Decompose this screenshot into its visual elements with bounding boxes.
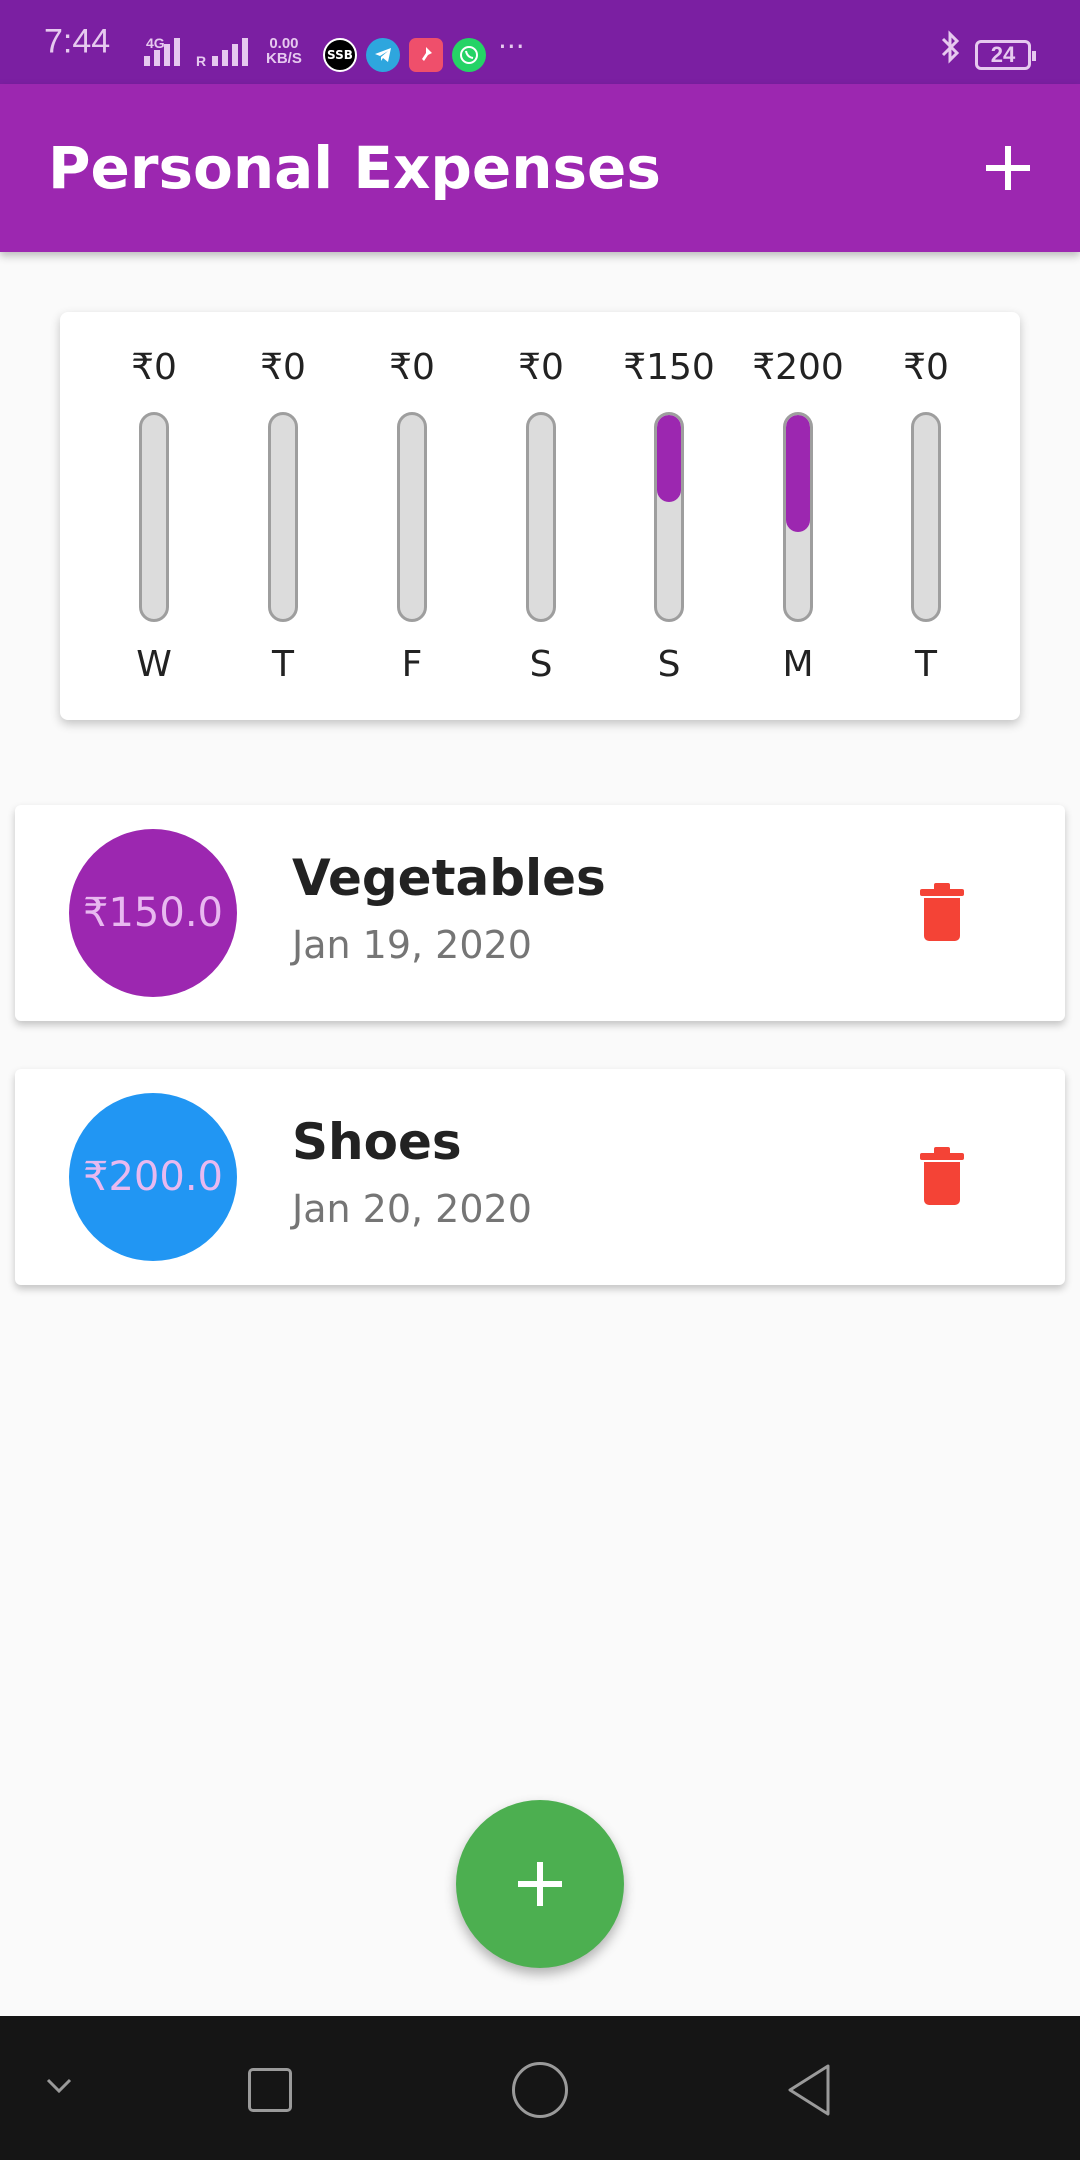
bar-track xyxy=(783,412,813,622)
chart-bar: ₹0 F xyxy=(357,312,467,720)
status-bar: 7:44 4G R 0.00 KB/S SSB ··· 24 xyxy=(0,0,1080,84)
bar-day-label: S xyxy=(657,644,681,685)
trash-body xyxy=(924,1162,960,1205)
page-title: Personal Expenses xyxy=(48,134,661,202)
add-expense-button[interactable] xyxy=(978,138,1038,198)
system-nav-bar xyxy=(0,2016,1080,2160)
transaction-title: Vegetables xyxy=(292,849,606,907)
chart-bar: ₹0 T xyxy=(228,312,338,720)
roaming-label: R xyxy=(196,53,207,69)
status-time: 7:44 xyxy=(44,22,111,61)
transaction-date: Jan 20, 2020 xyxy=(292,1187,532,1231)
bar-amount-label: ₹0 xyxy=(518,347,564,388)
trash-body xyxy=(924,898,960,941)
signal-bar xyxy=(154,50,160,66)
telegram-icon xyxy=(366,38,400,72)
chart-bar: ₹0 S xyxy=(486,312,596,720)
bar-amount-label: ₹0 xyxy=(389,347,435,388)
delete-button[interactable] xyxy=(920,883,964,943)
weekly-chart-card: ₹0 W ₹0 T ₹0 F ₹0 S ₹150 S ₹200 M ₹0 T xyxy=(60,312,1020,720)
signal-bar xyxy=(144,56,150,66)
chevron-down-icon[interactable] xyxy=(44,2070,74,2100)
transaction-title: Shoes xyxy=(292,1113,462,1171)
bar-amount-label: ₹0 xyxy=(131,347,177,388)
signal-bar xyxy=(232,44,238,66)
app-bar: Personal Expenses xyxy=(0,84,1080,252)
bar-day-label: S xyxy=(529,644,553,685)
bar-amount-label: ₹0 xyxy=(903,347,949,388)
bar-fill xyxy=(786,415,810,532)
telegram-plane-glyph xyxy=(375,48,391,62)
bar-amount-label: ₹150 xyxy=(623,347,715,388)
chart-bar: ₹0 T xyxy=(871,312,981,720)
signal-bar xyxy=(174,38,180,66)
bar-track xyxy=(268,412,298,622)
chart-bar: ₹200 M xyxy=(743,312,853,720)
bar-track xyxy=(139,412,169,622)
bar-track xyxy=(654,412,684,622)
battery-indicator: 24 xyxy=(975,40,1036,70)
amount-avatar: ₹200.0 xyxy=(69,1093,237,1261)
bar-day-label: F xyxy=(401,644,423,685)
bar-track xyxy=(397,412,427,622)
chart-bar: ₹0 W xyxy=(99,312,209,720)
network-type-label: 4G xyxy=(146,35,165,51)
bar-track xyxy=(526,412,556,622)
signal-bar xyxy=(164,44,170,66)
signal-bar xyxy=(222,50,228,66)
bar-day-label: W xyxy=(136,644,172,685)
transaction-date: Jan 19, 2020 xyxy=(292,923,532,967)
trash-lid xyxy=(920,1153,964,1160)
network-speed: 0.00 KB/S xyxy=(266,36,302,66)
transaction-card: ₹150.0 Vegetables Jan 19, 2020 xyxy=(15,805,1065,1021)
amount-avatar: ₹150.0 xyxy=(69,829,237,997)
whatsapp-icon xyxy=(452,38,486,72)
bar-day-label: T xyxy=(915,644,937,685)
bar-amount-label: ₹0 xyxy=(260,347,306,388)
speed-value: 0.00 xyxy=(269,35,299,52)
bar-day-label: M xyxy=(782,644,814,685)
home-button[interactable] xyxy=(512,2062,568,2118)
app-icon xyxy=(409,38,443,72)
bar-fill xyxy=(657,415,681,502)
ssb-app-icon: SSB xyxy=(323,38,357,72)
signal-bar xyxy=(212,56,218,66)
bar-track xyxy=(911,412,941,622)
bar-day-label: T xyxy=(272,644,294,685)
back-button[interactable] xyxy=(784,2062,834,2118)
chart-bar: ₹150 S xyxy=(614,312,724,720)
transaction-card: ₹200.0 Shoes Jan 20, 2020 xyxy=(15,1069,1065,1285)
signal-bar xyxy=(242,38,248,66)
add-transaction-fab[interactable] xyxy=(456,1800,624,1968)
trash-lid xyxy=(920,889,964,896)
delete-button[interactable] xyxy=(920,1147,964,1207)
whatsapp-phone-glyph xyxy=(460,46,478,64)
speed-unit: KB/S xyxy=(266,50,302,67)
bluetooth-icon xyxy=(938,30,964,72)
recents-button[interactable] xyxy=(248,2068,292,2112)
more-notifications-icon: ··· xyxy=(498,30,525,63)
bar-amount-label: ₹200 xyxy=(752,347,844,388)
pin-glyph xyxy=(422,47,432,61)
